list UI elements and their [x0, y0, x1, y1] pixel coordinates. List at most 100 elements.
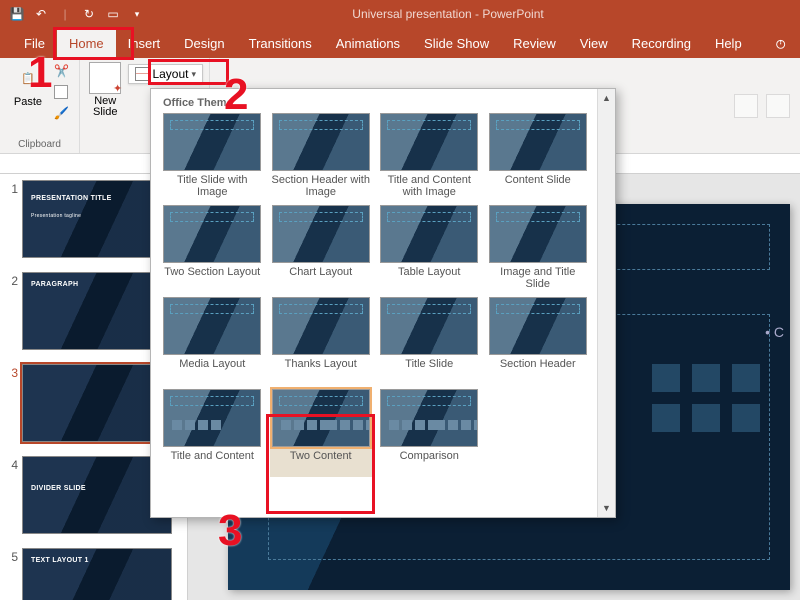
- layout-option-label: Title Slide with Image: [162, 171, 262, 201]
- insert-smartart-icon[interactable]: [732, 364, 760, 392]
- layout-option-label: Two Content: [271, 447, 371, 477]
- cut-icon: ✂️: [54, 64, 69, 78]
- layout-thumbnail: [380, 113, 478, 171]
- copy-button[interactable]: [54, 83, 69, 101]
- thumbnail-row[interactable]: 5 TEXT LAYOUT 1: [4, 548, 183, 600]
- layout-thumbnail: [380, 297, 478, 355]
- tab-insert[interactable]: Insert: [116, 28, 173, 58]
- layout-option-label: Thanks Layout: [271, 355, 371, 385]
- format-painter-icon: 🖌️: [54, 106, 69, 120]
- tab-recording[interactable]: Recording: [620, 28, 703, 58]
- tab-transitions[interactable]: Transitions: [237, 28, 324, 58]
- tab-review[interactable]: Review: [501, 28, 568, 58]
- new-slide-icon: ✦: [89, 62, 121, 94]
- layout-option[interactable]: Two Section Layout: [161, 205, 264, 293]
- layout-option[interactable]: Section Header: [487, 297, 590, 385]
- new-slide-button[interactable]: ✦ New Slide: [86, 62, 124, 118]
- layout-option-label: Title and Content with Image: [379, 171, 479, 201]
- insert-chart-icon[interactable]: [692, 364, 720, 392]
- gallery-theme-label: Office Theme: [161, 95, 589, 113]
- cut-button[interactable]: ✂️: [54, 62, 69, 80]
- thumbnail-sub: Presentation tagline: [31, 213, 81, 219]
- customize-qat-icon[interactable]: ▾: [128, 5, 146, 23]
- save-icon[interactable]: 💾: [8, 5, 26, 23]
- layout-option[interactable]: Chart Layout: [270, 205, 373, 293]
- slideshow-icon[interactable]: ▭: [104, 5, 122, 23]
- layout-option[interactable]: Table Layout: [378, 205, 481, 293]
- format-painter-button[interactable]: 🖌️: [54, 104, 69, 122]
- arrange-button[interactable]: [766, 94, 790, 118]
- layout-thumbnail: [489, 205, 587, 263]
- qat-sep: |: [56, 5, 74, 23]
- thumbnail-title: DIVIDER SLIDE: [31, 485, 86, 492]
- layout-option-label: Comparison: [379, 447, 479, 477]
- layout-option-label: Chart Layout: [271, 263, 371, 293]
- layout-option[interactable]: Title Slide: [378, 297, 481, 385]
- layout-option[interactable]: Section Header with Image: [270, 113, 373, 201]
- layout-thumbnail: [163, 389, 261, 447]
- tell-me-icon[interactable]: [774, 28, 800, 58]
- layout-icon: [135, 67, 149, 81]
- undo-icon[interactable]: ↶: [32, 5, 50, 23]
- layout-thumbnail: [272, 389, 370, 447]
- window-title: Universal presentation - PowerPoint: [146, 7, 800, 21]
- scroll-up-icon[interactable]: ▲: [598, 89, 615, 107]
- paste-button[interactable]: 📋 Paste: [6, 62, 50, 108]
- paste-icon: 📋: [12, 62, 44, 94]
- layout-option[interactable]: Thanks Layout: [270, 297, 373, 385]
- layout-label: Layout: [152, 67, 188, 81]
- group-label-clipboard: Clipboard: [6, 139, 73, 151]
- quick-access-toolbar: 💾 ↶ | ↻ ▭ ▾: [0, 5, 146, 23]
- layout-option-label: Title Slide: [379, 355, 479, 385]
- tab-help[interactable]: Help: [703, 28, 754, 58]
- layout-option[interactable]: Title and Content: [161, 389, 264, 477]
- layout-option[interactable]: Comparison: [378, 389, 481, 477]
- thumbnail-title: TEXT LAYOUT 1: [31, 557, 89, 564]
- layout-option[interactable]: Title and Content with Image: [378, 113, 481, 201]
- tab-view[interactable]: View: [568, 28, 620, 58]
- group-drawing: [648, 58, 800, 153]
- layout-gallery-popup: Office Theme Title Slide with Image Secti…: [150, 88, 616, 518]
- insert-table-icon[interactable]: [652, 364, 680, 392]
- insert-video-icon[interactable]: [732, 404, 760, 432]
- layout-thumbnail: [272, 205, 370, 263]
- layout-option[interactable]: Image and Title Slide: [487, 205, 590, 293]
- insert-picture-icon[interactable]: [652, 404, 680, 432]
- layout-option[interactable]: Content Slide: [487, 113, 590, 201]
- thumbnail-number: 4: [4, 456, 18, 472]
- scroll-down-icon[interactable]: ▼: [598, 499, 615, 517]
- ribbon-tabs: File Home Insert Design Transitions Anim…: [0, 28, 800, 58]
- layout-thumbnail: [163, 297, 261, 355]
- title-bar: 💾 ↶ | ↻ ▭ ▾ Universal presentation - Pow…: [0, 0, 800, 28]
- layout-thumbnail: [380, 205, 478, 263]
- redo-icon[interactable]: ↻: [80, 5, 98, 23]
- layout-option-label: Content Slide: [488, 171, 588, 201]
- layout-thumbnail: [489, 297, 587, 355]
- tab-animations[interactable]: Animations: [324, 28, 412, 58]
- layout-thumbnail: [163, 205, 261, 263]
- gallery-scrollbar[interactable]: ▲ ▼: [597, 89, 615, 517]
- new-slide-label: New Slide: [93, 96, 117, 118]
- layout-option[interactable]: Media Layout: [161, 297, 264, 385]
- chevron-down-icon: ▾: [191, 69, 196, 80]
- thumbnail[interactable]: TEXT LAYOUT 1: [22, 548, 172, 600]
- tab-design[interactable]: Design: [172, 28, 236, 58]
- tab-slideshow[interactable]: Slide Show: [412, 28, 501, 58]
- layout-option-label: Section Header: [488, 355, 588, 385]
- layout-thumbnail: [163, 113, 261, 171]
- layout-thumbnail: [272, 297, 370, 355]
- layout-option[interactable]: Two Content: [270, 389, 373, 477]
- group-clipboard: 📋 Paste ✂️ 🖌️ Clipboard: [0, 58, 80, 153]
- layout-option-label: Section Header with Image: [271, 171, 371, 201]
- shapes-gallery[interactable]: [734, 94, 758, 118]
- tab-file[interactable]: File: [12, 28, 57, 58]
- layout-option-label: Media Layout: [162, 355, 262, 385]
- layout-button[interactable]: Layout ▾: [128, 64, 203, 84]
- layout-thumbnail: [489, 113, 587, 171]
- thumbnail-number: 1: [4, 180, 18, 196]
- paste-label: Paste: [14, 96, 42, 108]
- layout-thumbnail: [272, 113, 370, 171]
- layout-option[interactable]: Title Slide with Image: [161, 113, 264, 201]
- insert-online-picture-icon[interactable]: [692, 404, 720, 432]
- tab-home[interactable]: Home: [57, 28, 116, 58]
